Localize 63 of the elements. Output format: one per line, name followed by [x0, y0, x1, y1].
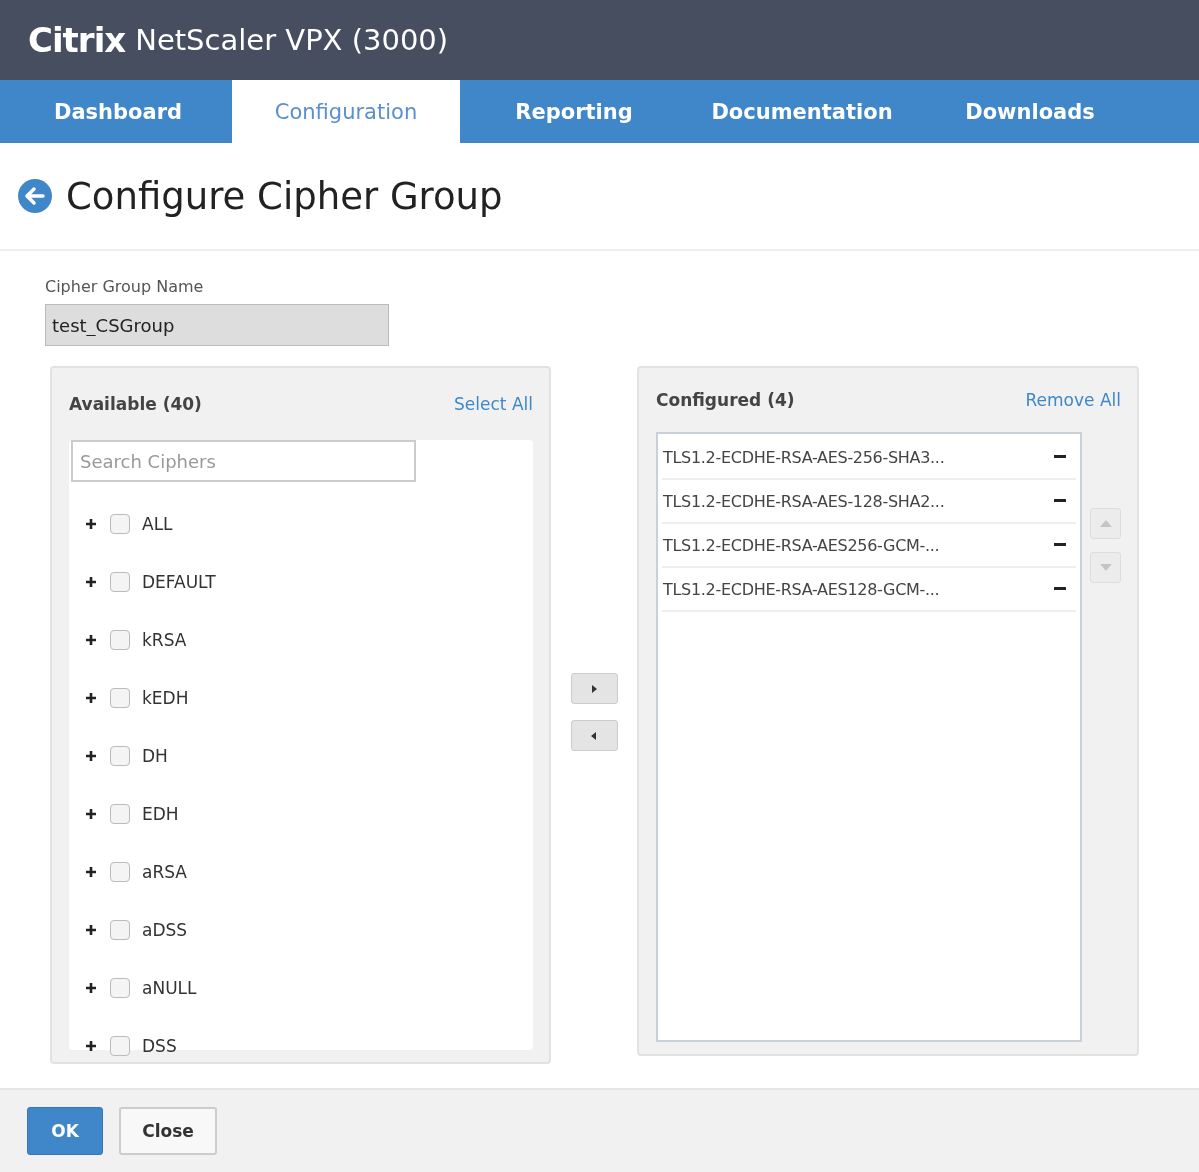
back-icon[interactable]	[18, 179, 52, 213]
remove-all-link[interactable]: Remove All	[1025, 390, 1121, 410]
checkbox[interactable]	[110, 1036, 130, 1056]
right-triangle-icon	[591, 684, 597, 693]
page-title: Configure Cipher Group	[66, 174, 503, 218]
nav-tab[interactable]: Configuration	[232, 80, 460, 143]
product-name: NetScaler VPX (3000)	[135, 23, 449, 57]
nav-tab[interactable]: Dashboard	[4, 80, 232, 143]
checkbox[interactable]	[110, 688, 130, 708]
cipher-name: TLS1.2-ECDHE-RSA-AES128-GCM-...	[663, 579, 940, 599]
checkbox[interactable]	[110, 514, 130, 534]
brand-name: Citrix	[28, 20, 126, 60]
cipher-name: TLS1.2-ECDHE-RSA-AES-128-SHA2...	[663, 491, 945, 511]
checkbox[interactable]	[110, 920, 130, 940]
minus-icon[interactable]	[1054, 455, 1066, 459]
configured-item[interactable]: TLS1.2-ECDHE-RSA-AES-128-SHA2...	[662, 480, 1076, 524]
minus-icon[interactable]	[1054, 587, 1066, 591]
nav-tab[interactable]: Reporting	[460, 80, 688, 143]
cipher-label: DEFAULT	[142, 572, 216, 592]
cipher-label: aDSS	[142, 920, 188, 940]
configured-item[interactable]: TLS1.2-ECDHE-RSA-AES128-GCM-...	[662, 568, 1076, 612]
nav-tab[interactable]: Downloads	[916, 80, 1144, 143]
down-triangle-icon	[1099, 564, 1112, 571]
cipher-label: kEDH	[142, 688, 189, 708]
expand-icon[interactable]	[85, 634, 97, 646]
left-triangle-icon	[591, 731, 597, 740]
cipher-label: kRSA	[142, 630, 187, 650]
expand-icon[interactable]	[85, 576, 97, 588]
configured-item[interactable]: TLS1.2-ECDHE-RSA-AES-256-SHA3...	[662, 436, 1076, 480]
minus-icon[interactable]	[1054, 499, 1066, 503]
cipher-name: TLS1.2-ECDHE-RSA-AES256-GCM-...	[663, 535, 940, 555]
expand-icon[interactable]	[85, 866, 97, 878]
cipher-label: aRSA	[142, 862, 187, 882]
expand-icon[interactable]	[85, 808, 97, 820]
cipher-name: TLS1.2-ECDHE-RSA-AES-256-SHA3...	[663, 447, 945, 467]
select-all-link[interactable]: Select All	[454, 394, 533, 414]
expand-icon[interactable]	[85, 692, 97, 704]
cipher-label: aNULL	[142, 978, 197, 998]
expand-icon[interactable]	[85, 924, 97, 936]
nav-tab[interactable]: Documentation	[688, 80, 916, 143]
minus-icon[interactable]	[1054, 543, 1066, 547]
expand-icon[interactable]	[85, 1040, 97, 1052]
checkbox[interactable]	[110, 978, 130, 998]
cipher-label: DH	[142, 746, 168, 766]
panel-title: Available (40)	[69, 394, 202, 414]
up-triangle-icon	[1099, 520, 1112, 527]
field-label: Cipher Group Name	[45, 277, 205, 296]
expand-icon[interactable]	[85, 750, 97, 762]
cipher-label: DSS	[142, 1036, 177, 1056]
configured-item[interactable]: TLS1.2-ECDHE-RSA-AES256-GCM-...	[662, 524, 1076, 568]
cipher-label: ALL	[142, 514, 173, 534]
checkbox[interactable]	[110, 862, 130, 882]
expand-icon[interactable]	[85, 982, 97, 994]
checkbox[interactable]	[110, 630, 130, 650]
expand-icon[interactable]	[85, 518, 97, 530]
checkbox[interactable]	[110, 804, 130, 824]
checkbox[interactable]	[110, 572, 130, 592]
panel-title: Configured (4)	[656, 390, 795, 410]
cipher-label: EDH	[142, 804, 179, 824]
close-button[interactable]: Close	[119, 1107, 217, 1155]
checkbox[interactable]	[110, 746, 130, 766]
search-field[interactable]: Search Ciphers	[71, 440, 416, 482]
ok-button[interactable]: OK	[27, 1107, 103, 1155]
